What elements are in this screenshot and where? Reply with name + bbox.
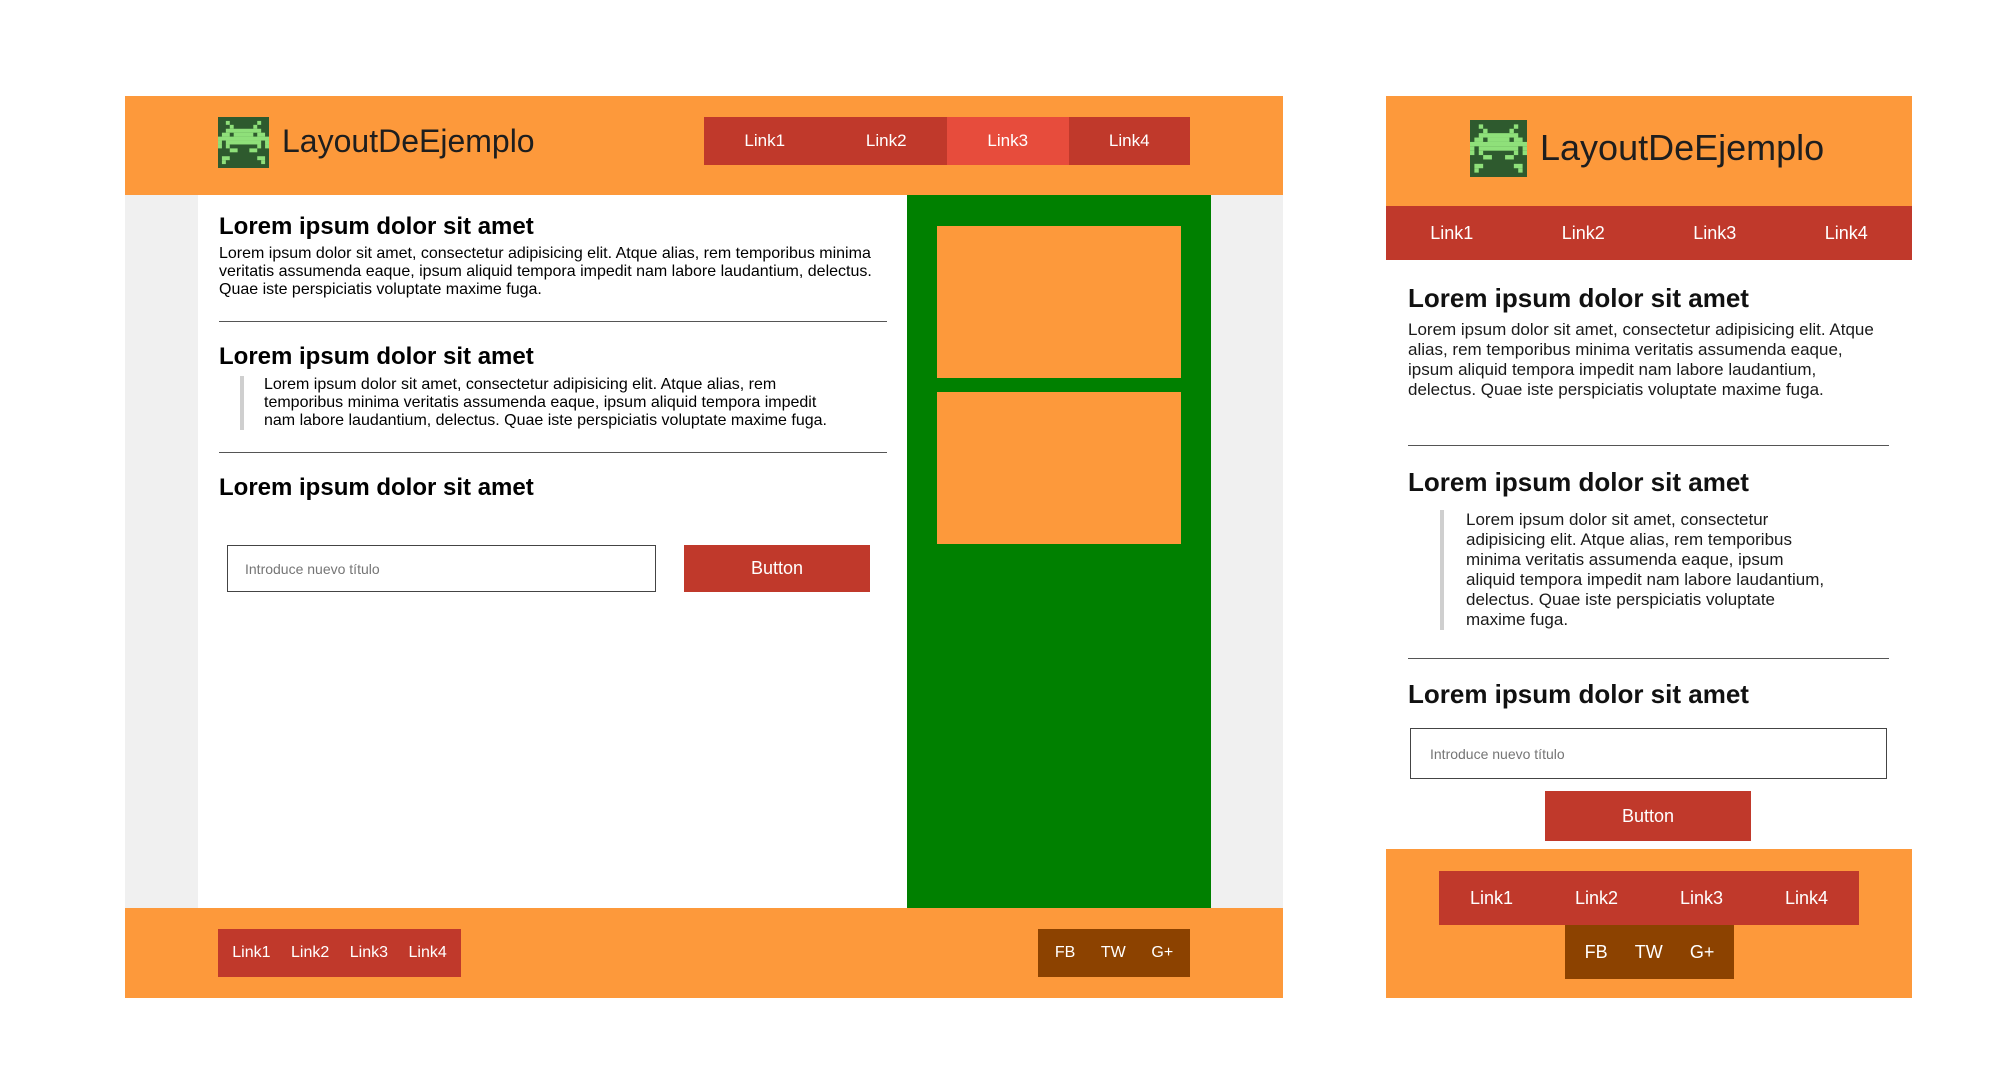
footer: Link1 Link2 Link3 Link4 FB TW G+ [125, 908, 1283, 998]
footer-link-2[interactable]: Link2 [291, 944, 329, 962]
title-input[interactable] [227, 545, 656, 592]
social-googleplus[interactable]: G+ [1151, 944, 1173, 962]
nav-link-2[interactable]: Link2 [1518, 206, 1650, 260]
nav-link-1[interactable]: Link1 [1386, 206, 1518, 260]
section-heading: Lorem ipsum dolor sit amet [219, 343, 534, 370]
social-facebook[interactable]: FB [1055, 944, 1075, 962]
footer-link-1[interactable]: Link1 [232, 944, 270, 962]
social-facebook[interactable]: FB [1585, 942, 1608, 963]
form-section: Lorem ipsum dolor sit amet [1408, 678, 1888, 710]
section-heading: Lorem ipsum dolor sit amet [1408, 679, 1749, 709]
submit-button[interactable]: Button [1545, 791, 1751, 841]
divider [219, 321, 887, 322]
blockquote: Lorem ipsum dolor sit amet, consectetur … [240, 376, 887, 430]
space-invader-icon[interactable] [1470, 120, 1527, 177]
social-links: FB TW G+ [1038, 929, 1190, 977]
footer-nav: Link1 Link2 Link3 Link4 [218, 929, 461, 977]
section-heading: Lorem ipsum dolor sit amet [1408, 467, 1749, 497]
divider [1408, 658, 1889, 659]
nav-link-4[interactable]: Link4 [1068, 117, 1190, 165]
section-heading: Lorem ipsum dolor sit amet [1408, 283, 1749, 313]
desktop-layout: LayoutDeEjemplo Link1 Link2 Link3 Link4 … [125, 96, 1283, 998]
blockquote: Lorem ipsum dolor sit amet, consectetur … [1440, 510, 1888, 630]
footer-link-4[interactable]: Link4 [1754, 871, 1859, 925]
nav-link-2[interactable]: Link2 [825, 117, 947, 165]
social-twitter[interactable]: TW [1101, 944, 1126, 962]
submit-button[interactable]: Button [684, 545, 870, 592]
quote-section: Lorem ipsum dolor sit amet Lorem ipsum d… [219, 342, 887, 430]
quote-text: Lorem ipsum dolor sit amet, consectetur … [264, 376, 827, 429]
section-paragraph: Lorem ipsum dolor sit amet, consectetur … [219, 245, 872, 298]
social-googleplus[interactable]: G+ [1690, 942, 1715, 963]
footer-link-1[interactable]: Link1 [1439, 871, 1544, 925]
footer-link-3[interactable]: Link3 [350, 944, 388, 962]
quote-section: Lorem ipsum dolor sit amet Lorem ipsum d… [1408, 466, 1888, 630]
divider [1408, 445, 1889, 446]
space-invader-icon[interactable] [218, 117, 269, 168]
nav-link-1[interactable]: Link1 [704, 117, 826, 165]
header: LayoutDeEjemplo Link1 Link2 Link3 Link4 [125, 96, 1283, 195]
footer-link-4[interactable]: Link4 [409, 944, 447, 962]
main-nav: Link1 Link2 Link3 Link4 [704, 117, 1190, 165]
section-heading: Lorem ipsum dolor sit amet [219, 474, 534, 501]
main-nav: Link1 Link2 Link3 Link4 [1386, 206, 1912, 260]
social-links: FB TW G+ [1565, 925, 1734, 979]
brand-title[interactable]: LayoutDeEjemplo [282, 121, 535, 161]
sidebar [907, 195, 1211, 908]
social-twitter[interactable]: TW [1635, 942, 1663, 963]
sidebar-box [937, 226, 1181, 378]
divider [219, 452, 887, 453]
article-section: Lorem ipsum dolor sit amet Lorem ipsum d… [1408, 282, 1888, 400]
footer-link-2[interactable]: Link2 [1544, 871, 1649, 925]
main-content: Lorem ipsum dolor sit amet Lorem ipsum d… [198, 195, 907, 908]
footer: Link1 Link2 Link3 Link4 FB TW G+ [1386, 849, 1912, 998]
header: LayoutDeEjemplo [1386, 96, 1912, 206]
footer-nav: Link1 Link2 Link3 Link4 [1439, 871, 1859, 925]
nav-link-3[interactable]: Link3 [1649, 206, 1781, 260]
brand-title[interactable]: LayoutDeEjemplo [1540, 126, 1824, 170]
title-input[interactable] [1410, 728, 1887, 779]
nav-link-3[interactable]: Link3 [947, 117, 1069, 165]
section-heading: Lorem ipsum dolor sit amet [219, 213, 534, 240]
mobile-layout: LayoutDeEjemplo Link1 Link2 Link3 Link4 … [1386, 96, 1912, 998]
sidebar-box [937, 392, 1181, 544]
article-section: Lorem ipsum dolor sit amet Lorem ipsum d… [219, 212, 887, 299]
quote-text: Lorem ipsum dolor sit amet, consectetur … [1466, 510, 1825, 629]
footer-link-3[interactable]: Link3 [1649, 871, 1754, 925]
form-section: Lorem ipsum dolor sit amet [219, 473, 887, 503]
section-paragraph: Lorem ipsum dolor sit amet, consectetur … [1408, 320, 1874, 399]
nav-link-4[interactable]: Link4 [1781, 206, 1913, 260]
